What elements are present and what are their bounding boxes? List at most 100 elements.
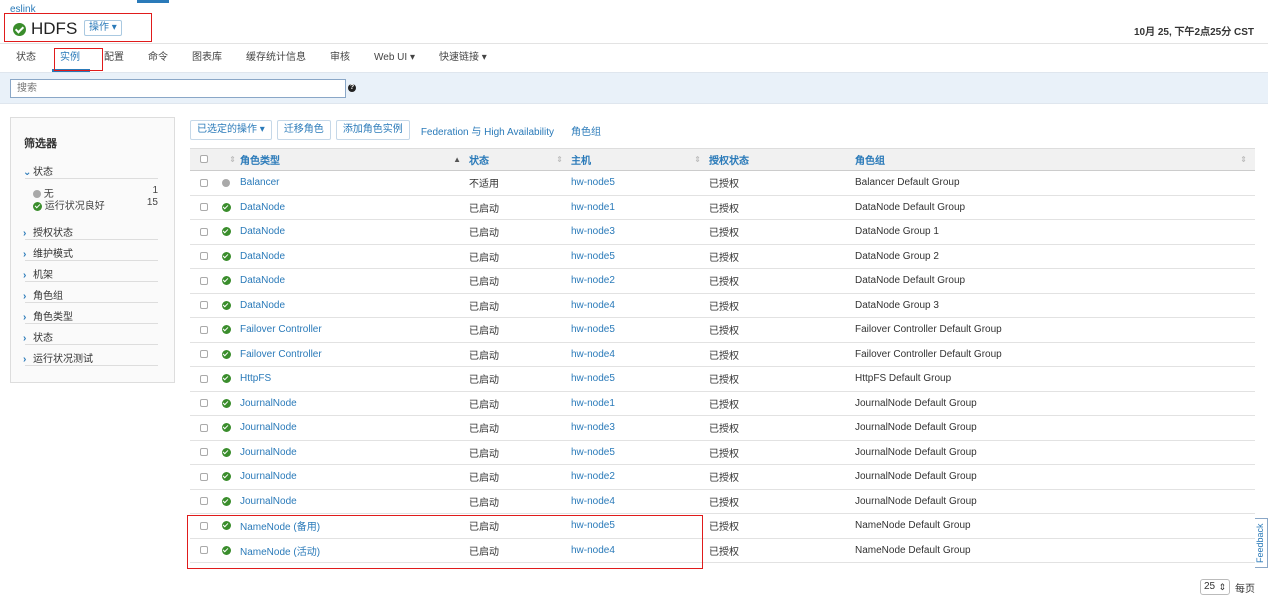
question-circle-icon[interactable]: ? <box>348 84 356 92</box>
row-checkbox[interactable] <box>200 350 208 359</box>
role-group: Balancer Default Group <box>855 177 960 189</box>
top-accent-bar <box>137 0 169 3</box>
header-host[interactable]: 主机 ⇕ <box>571 148 709 171</box>
host-link[interactable]: hw-node3 <box>571 422 615 433</box>
search-input[interactable] <box>10 79 346 98</box>
host-link[interactable]: hw-node5 <box>571 251 615 262</box>
role-group: DataNode Default Group <box>855 275 966 287</box>
filter-section[interactable]: › 状态 <box>23 329 158 344</box>
header-role-group[interactable]: 角色组 ⇕ <box>855 148 1255 171</box>
filter-status-item[interactable]: 运行状况良好 15 <box>33 197 158 212</box>
row-checkbox[interactable] <box>200 448 208 457</box>
row-checkbox[interactable] <box>200 325 208 334</box>
filter-section[interactable]: › 维护模式 <box>23 245 158 260</box>
host-link[interactable]: hw-node4 <box>571 349 615 360</box>
role-type-link[interactable]: HttpFS <box>240 373 271 384</box>
actions-dropdown-button[interactable]: 操作 ▾ <box>84 20 122 36</box>
pagination: 25 ⇕ 每页 <box>1200 579 1255 595</box>
chevron-right-icon: › <box>23 312 27 323</box>
role-type-link[interactable]: Balancer <box>240 177 279 188</box>
host-link[interactable]: hw-node1 <box>571 202 615 213</box>
role-type-link[interactable]: DataNode <box>240 226 285 237</box>
host-link[interactable]: hw-node5 <box>571 520 615 531</box>
tab-7[interactable]: Web UI ▾ <box>368 52 421 72</box>
tab-2[interactable]: 配置 <box>98 52 130 72</box>
host-link[interactable]: hw-node3 <box>571 226 615 237</box>
row-checkbox[interactable] <box>200 546 208 555</box>
host-link[interactable]: hw-node2 <box>571 275 615 286</box>
feedback-tab[interactable]: Feedback <box>1255 518 1268 568</box>
role-type-link[interactable]: DataNode <box>240 275 285 286</box>
role-type-link[interactable]: NameNode (备用) <box>240 522 320 533</box>
chevron-right-icon: › <box>23 354 27 365</box>
tab-8[interactable]: 快速链接 ▾ <box>433 52 493 72</box>
select-all-checkbox[interactable] <box>190 148 212 171</box>
row-checkbox[interactable] <box>200 497 208 506</box>
auth-state: 已授权 <box>709 326 739 338</box>
host-link[interactable]: hw-node5 <box>571 177 615 188</box>
tab-3[interactable]: 命令 <box>142 52 174 72</box>
auth-state: 已授权 <box>709 350 739 362</box>
role-group: JournalNode Default Group <box>855 422 977 434</box>
role-groups-link[interactable]: 角色组 <box>565 123 607 138</box>
row-checkbox[interactable] <box>200 276 208 285</box>
row-checkbox[interactable] <box>200 399 208 408</box>
chevron-right-icon: › <box>23 333 27 344</box>
host-link[interactable]: hw-node2 <box>571 471 615 482</box>
row-checkbox[interactable] <box>200 178 208 187</box>
header-status[interactable]: 状态 ⇕ <box>469 148 571 171</box>
row-checkbox[interactable] <box>200 521 208 530</box>
selected-actions-button[interactable]: 已选定的操作 ▾ <box>190 120 272 140</box>
header-role-type[interactable]: 角色类型 ▲ <box>240 148 469 171</box>
role-type-link[interactable]: Failover Controller <box>240 324 322 335</box>
role-type-link[interactable]: Failover Controller <box>240 349 322 360</box>
tab-4[interactable]: 图表库 <box>186 52 228 72</box>
role-status: 已启动 <box>469 350 499 362</box>
row-checkbox[interactable] <box>200 252 208 261</box>
host-link[interactable]: hw-node1 <box>571 398 615 409</box>
filter-section[interactable]: › 角色组 <box>23 287 158 302</box>
role-type-link[interactable]: JournalNode <box>240 447 297 458</box>
tab-5[interactable]: 缓存统计信息 <box>240 52 312 72</box>
filter-section-status-expanded[interactable]: ⌄ 状态 <box>23 163 158 178</box>
divider <box>25 178 158 179</box>
gray-dot-icon <box>222 178 230 187</box>
federation-ha-link[interactable]: Federation 与 High Availability <box>415 123 560 138</box>
host-link[interactable]: hw-node4 <box>571 545 615 556</box>
filter-section[interactable]: › 角色类型 <box>23 308 158 323</box>
migrate-roles-button[interactable]: 迁移角色 <box>276 120 331 140</box>
host-link[interactable]: hw-node5 <box>571 373 615 384</box>
host-link[interactable]: hw-node5 <box>571 324 615 335</box>
tab-0[interactable]: 状态 <box>10 52 42 72</box>
role-status: 已启动 <box>469 301 499 313</box>
tab-6[interactable]: 审核 <box>324 52 356 72</box>
role-type-link[interactable]: JournalNode <box>240 422 297 433</box>
check-circle-icon <box>221 227 231 237</box>
filter-section[interactable]: › 运行状况测试 <box>23 350 158 365</box>
row-checkbox[interactable] <box>200 423 208 432</box>
table-row: JournalNode 已启动 hw-node2 已授权 JournalNode Def… <box>190 464 1255 490</box>
row-checkbox[interactable] <box>200 374 208 383</box>
row-checkbox[interactable] <box>200 301 208 310</box>
header-auth-state[interactable]: 授权状态 <box>709 148 855 171</box>
role-type-link[interactable]: JournalNode <box>240 398 297 409</box>
role-type-link[interactable]: DataNode <box>240 202 285 213</box>
cluster-link[interactable]: eslink <box>10 4 36 15</box>
filter-section[interactable]: › 机架 <box>23 266 158 281</box>
add-role-instances-button[interactable]: 添加角色实例 <box>335 120 410 140</box>
role-type-link[interactable]: JournalNode <box>240 471 297 482</box>
divider <box>0 43 1268 44</box>
row-checkbox[interactable] <box>200 472 208 481</box>
host-link[interactable]: hw-node4 <box>571 300 615 311</box>
role-status: 已启动 <box>469 252 499 264</box>
role-type-link[interactable]: JournalNode <box>240 496 297 507</box>
role-type-link[interactable]: DataNode <box>240 251 285 262</box>
role-type-link[interactable]: DataNode <box>240 300 285 311</box>
host-link[interactable]: hw-node4 <box>571 496 615 507</box>
row-checkbox[interactable] <box>200 203 208 212</box>
filter-section[interactable]: › 授权状态 <box>23 224 158 239</box>
host-link[interactable]: hw-node5 <box>571 447 615 458</box>
row-checkbox[interactable] <box>200 227 208 236</box>
role-type-link[interactable]: NameNode (活动) <box>240 547 320 558</box>
page-size-select[interactable]: 25 ⇕ <box>1200 579 1230 595</box>
